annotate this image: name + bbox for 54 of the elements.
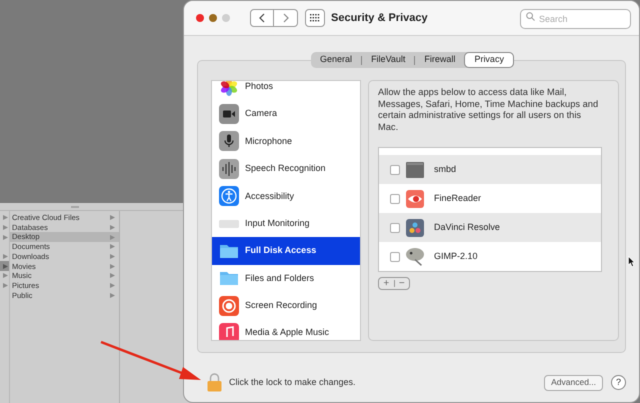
window-title: Security & Privacy: [331, 10, 428, 26]
terminal-icon: [406, 160, 424, 178]
search-icon: [526, 12, 535, 20]
checkbox[interactable]: [390, 194, 400, 204]
checkbox[interactable]: [390, 164, 400, 174]
animal-icon: [406, 248, 424, 266]
flower-icon: [219, 81, 239, 97]
accessibility-icon: [219, 186, 239, 206]
search-field[interactable]: Search: [520, 9, 631, 29]
category-item[interactable]: Photos: [212, 81, 360, 100]
lock-text: Click the lock to make changes.: [229, 376, 356, 389]
grid-icon: [310, 14, 320, 22]
show-all-button[interactable]: [305, 9, 325, 27]
tab[interactable]: FileVault: [362, 52, 414, 68]
category-item[interactable]: Files and Folders: [212, 264, 360, 292]
microphone-icon: [219, 131, 239, 152]
waveform-icon: [219, 158, 239, 179]
add-button[interactable]: +: [379, 278, 394, 288]
resize-handle[interactable]: [71, 206, 79, 208]
camera-icon: [219, 104, 239, 124]
category-item[interactable]: Microphone: [212, 128, 360, 156]
app-name: DaVinci Resolve: [434, 220, 500, 234]
help-button[interactable]: ?: [611, 375, 626, 390]
app-name: GIMP-2.10: [434, 250, 478, 263]
checkbox[interactable]: [390, 222, 400, 232]
app-name: FineReader: [434, 192, 482, 205]
category-item[interactable]: Full Disk Access: [212, 237, 360, 265]
forward-icon: [282, 13, 288, 23]
checkbox[interactable]: [390, 252, 400, 262]
category-item[interactable]: Screen Recording: [212, 292, 360, 320]
app-row[interactable]: smbd: [379, 155, 601, 184]
tab[interactable]: Privacy: [464, 52, 514, 68]
minimize-button[interactable]: [209, 14, 217, 22]
close-button[interactable]: [196, 14, 204, 22]
category-item[interactable]: Media & Apple Music: [212, 320, 360, 340]
description-text: Allow the apps below to access data like Mail, Messages, Safari, Home, Time Machine backups and certain administrative settings for all users on this Mac.: [378, 87, 600, 133]
category-item[interactable]: Speech Recognition: [212, 155, 360, 183]
back-button[interactable]: [250, 9, 274, 27]
lock-icon[interactable]: [207, 373, 222, 392]
zoom-button[interactable]: [222, 14, 230, 22]
advanced-button[interactable]: Advanced...: [544, 374, 603, 390]
category-item[interactable]: Camera: [212, 100, 360, 128]
category-item[interactable]: Input Monitoring: [212, 210, 360, 238]
eye-icon: [406, 190, 424, 208]
tab[interactable]: Firewall: [415, 52, 464, 68]
app-row[interactable]: DaVinci Resolve: [379, 213, 601, 242]
three-dots-icon: [406, 218, 424, 236]
tab[interactable]: General: [311, 52, 362, 68]
record-icon: [219, 296, 239, 316]
category-item[interactable]: Accessibility: [212, 182, 360, 210]
remove-button[interactable]: −: [394, 278, 409, 288]
pointer-icon: [628, 256, 635, 267]
app-name: smbd: [434, 162, 456, 176]
back-icon: [259, 13, 265, 23]
